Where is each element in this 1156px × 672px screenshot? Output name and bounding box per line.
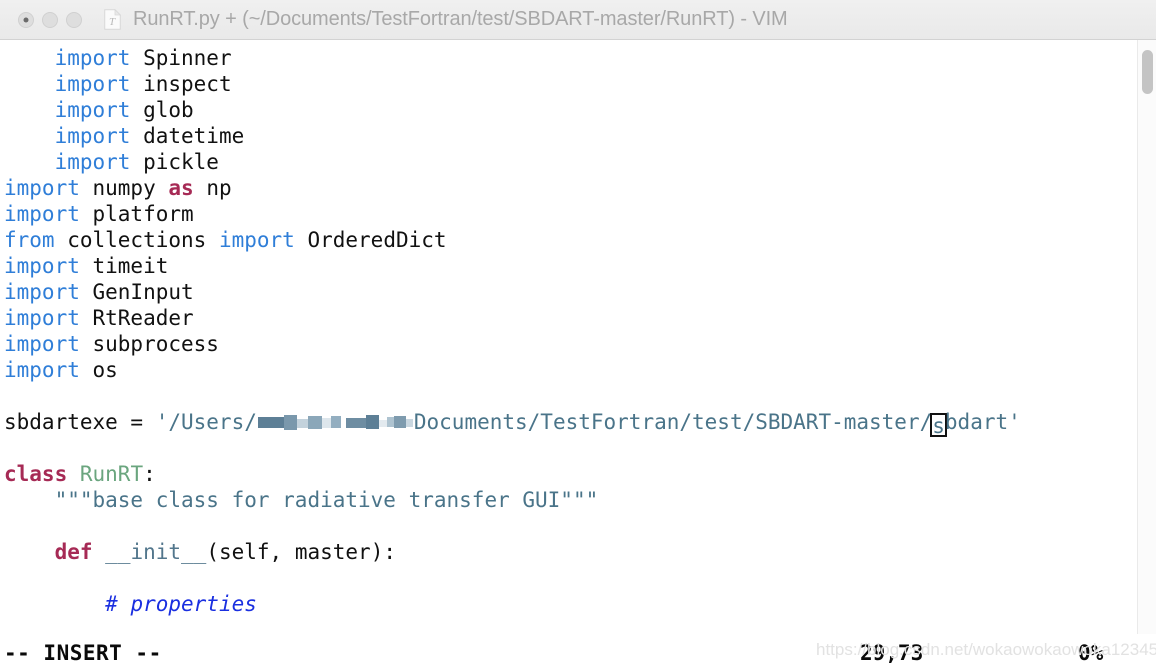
code-token: GenInput <box>79 280 194 304</box>
code-line: import numpy as np <box>0 175 1137 201</box>
string-path-middle: Documents/TestFortran/test/SBDART-master… <box>413 410 933 434</box>
code-token: import <box>4 280 80 304</box>
code-token: import <box>4 306 80 330</box>
code-line: import datetime <box>0 123 1137 149</box>
code-token: RunRT <box>79 462 144 486</box>
maximize-button[interactable] <box>66 11 82 28</box>
code-line: import GenInput <box>0 279 1137 305</box>
code-token: Spinner <box>130 46 232 70</box>
code-line: import subprocess <box>0 331 1137 357</box>
svg-text:T: T <box>109 16 116 28</box>
code-line: import Spinner <box>0 45 1137 71</box>
code-token: import <box>4 332 80 356</box>
code-token: timeit <box>79 254 169 278</box>
string-path-prefix: '/Users/ <box>155 410 257 434</box>
code-line: import glob <box>0 97 1137 123</box>
code-token: inspect <box>130 72 232 96</box>
scrollbar-thumb[interactable] <box>1142 50 1153 94</box>
code-line: from collections import OrderedDict <box>0 227 1137 253</box>
code-line: def __init__(self, master): <box>0 539 1137 565</box>
vim-mode-indicator: -- INSERT -- <box>4 641 162 665</box>
code-token: os <box>79 358 118 382</box>
code-token: (self, master): <box>206 540 396 564</box>
scroll-percent: 0% <box>1078 641 1104 665</box>
code-token: import <box>54 46 131 70</box>
code-token: np <box>193 176 232 200</box>
code-token: pickle <box>130 150 219 174</box>
redacted-username <box>257 413 413 433</box>
code-token: as <box>168 176 194 200</box>
code-line: import pickle <box>0 149 1137 175</box>
code-token: import <box>218 228 295 252</box>
code-token: numpy <box>79 176 169 200</box>
code-token: import <box>54 98 131 122</box>
code-token: def <box>54 540 93 564</box>
code-line: class RunRT: <box>0 461 1137 487</box>
code-token: from <box>4 228 55 252</box>
code-token: """base class for radiative transfer GUI… <box>54 488 599 512</box>
minimize-button[interactable] <box>42 11 58 28</box>
vim-window: T RunRT.py + (~/Documents/TestFortran/te… <box>0 0 1156 672</box>
code-token: # properties <box>105 592 257 616</box>
code-token: class <box>4 462 68 486</box>
code-buffer[interactable]: import Spinner import inspect import glo… <box>0 40 1137 634</box>
code-token: OrderedDict <box>294 228 447 252</box>
code-token: __init__ <box>105 540 207 564</box>
string-path-suffix: bdart' <box>944 410 1021 434</box>
code-token: RtReader <box>79 306 194 330</box>
code-line: import RtReader <box>0 305 1137 331</box>
code-token: import <box>54 150 131 174</box>
code-token: import <box>4 254 80 278</box>
code-line: # properties <box>0 591 1137 617</box>
editor-area: import Spinner import inspect import glo… <box>0 40 1156 634</box>
vertical-scrollbar[interactable] <box>1137 40 1156 634</box>
code-token: subprocess <box>79 332 219 356</box>
code-line: import platform <box>0 201 1137 227</box>
code-token: datetime <box>130 124 245 148</box>
window-controls <box>18 11 82 28</box>
code-line: sbdartexe = '/Users/Documents/TestFortra… <box>0 409 1137 437</box>
close-button[interactable] <box>18 11 34 28</box>
code-token: collections <box>54 228 219 252</box>
code-token: import <box>54 124 131 148</box>
python-file-icon: T <box>104 9 121 30</box>
cursor-position: 29,73 <box>860 641 924 665</box>
window-title: RunRT.py + (~/Documents/TestFortran/test… <box>133 8 788 30</box>
code-line: """base class for radiative transfer GUI… <box>0 487 1137 513</box>
variable-name: sbdartexe = <box>4 410 156 434</box>
code-token: import <box>4 358 80 382</box>
code-token: glob <box>130 98 194 122</box>
code-line: import os <box>0 357 1137 383</box>
code-line: import inspect <box>0 71 1137 97</box>
code-token: platform <box>79 202 194 226</box>
code-token: : <box>143 462 156 486</box>
code-line: import timeit <box>0 253 1137 279</box>
code-token: import <box>4 176 80 200</box>
status-bar: -- INSERT -- 29,73 0% <box>0 634 1156 672</box>
code-token: import <box>4 202 80 226</box>
title-bar: T RunRT.py + (~/Documents/TestFortran/te… <box>0 0 1156 40</box>
code-token: import <box>54 72 131 96</box>
